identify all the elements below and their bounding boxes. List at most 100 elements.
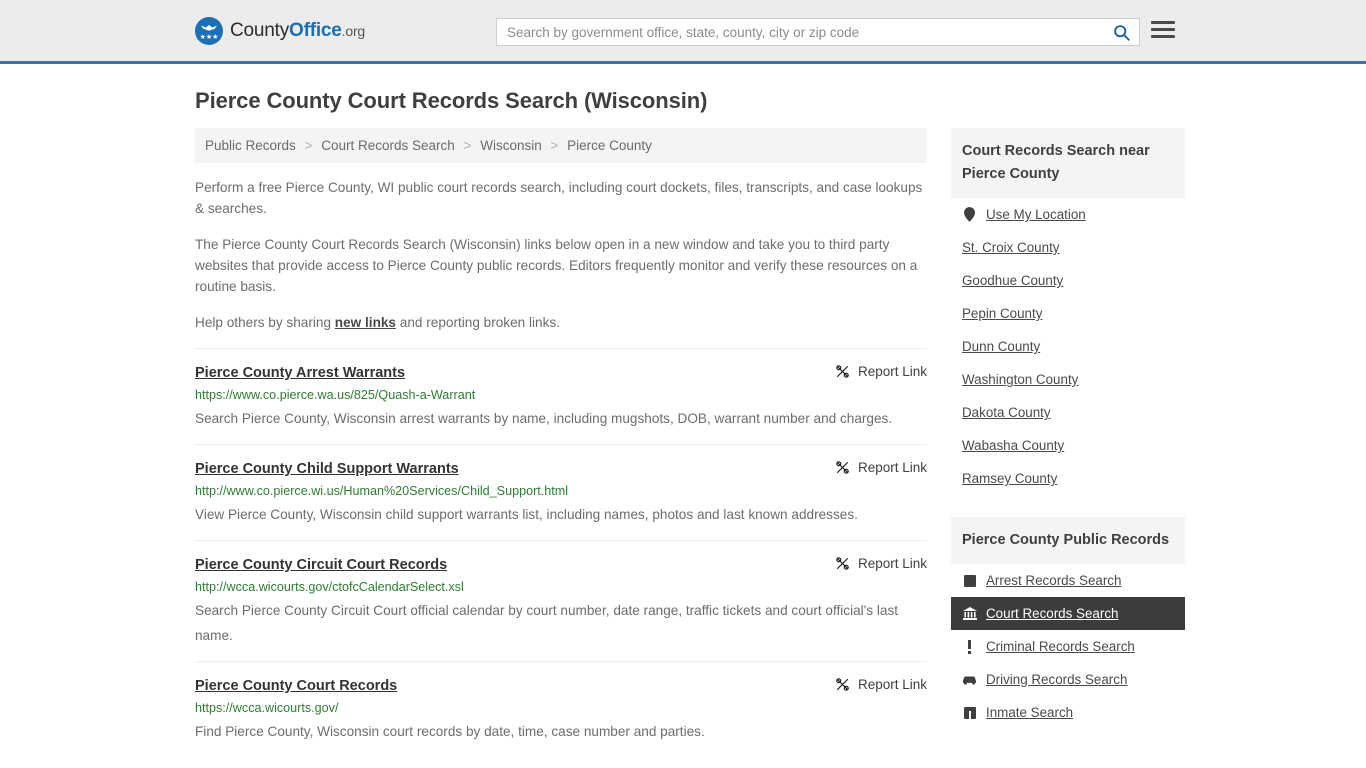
breadcrumb-separator: > (463, 138, 472, 153)
content-columns: Public Records > Court Records Search > … (195, 128, 1185, 757)
sidebar-public-records-list: Arrest Records Search Court Records Sear… (951, 564, 1185, 729)
list-item: Court Records Search (951, 597, 1185, 630)
list-item: Goodhue County (951, 264, 1185, 297)
sidebar-item-label: Goodhue County (962, 273, 1064, 288)
result-item: Pierce County Arrest Warrants Report Lin… (195, 348, 927, 444)
logo-text-part2: Office (289, 19, 342, 41)
report-link-button[interactable]: Report Link (835, 676, 927, 692)
list-item: Dunn County (951, 330, 1185, 363)
hamburger-bar (1151, 28, 1175, 31)
search-input[interactable] (497, 19, 1103, 45)
result-description: Find Pierce County, Wisconsin court reco… (195, 724, 705, 739)
sidebar-item-arrest-records-search[interactable]: Arrest Records Search (951, 564, 1185, 597)
sidebar-item-pepin-county[interactable]: Pepin County (951, 297, 1185, 330)
result-header: Pierce County Court Records Report Link (195, 676, 927, 696)
eagle-glyph (201, 24, 217, 31)
result-url: https://wcca.wicourts.gov/ (195, 701, 339, 715)
hamburger-menu-icon[interactable] (1151, 21, 1175, 38)
sidebar-near-list: Use My Location St. Croix County Goodhue… (951, 198, 1185, 495)
intro-paragraph-2: The Pierce County Court Records Search (… (195, 237, 918, 294)
list-item: St. Croix County (951, 231, 1185, 264)
intro-p3-after: and reporting broken links. (396, 315, 560, 330)
result-title-link[interactable]: Pierce County Circuit Court Records (195, 555, 447, 575)
sidebar-item-label: Wabasha County (962, 438, 1065, 453)
sidebar-item-criminal-records-search[interactable]: Criminal Records Search (951, 630, 1185, 663)
sidebar-item-driving-records-search[interactable]: Driving Records Search (951, 663, 1185, 696)
jail-door-icon (962, 706, 977, 719)
result-header: Pierce County Circuit Court Records Repo… (195, 555, 927, 575)
result-description: Search Pierce County Circuit Court offic… (195, 603, 899, 643)
logo-text: CountyOffice.org (230, 20, 365, 42)
sidebar-item-label: Arrest Records Search (986, 573, 1122, 588)
sidebar-item-wabasha-county[interactable]: Wabasha County (951, 429, 1185, 462)
sidebar-item-label: St. Croix County (962, 240, 1060, 255)
exclamation-icon (962, 639, 977, 654)
site-logo[interactable]: ★★★ CountyOffice.org (195, 16, 365, 45)
list-item: Dakota County (951, 396, 1185, 429)
logo-text-part3: .org (341, 22, 366, 39)
breadcrumb-item-pierce-county[interactable]: Pierce County (567, 138, 652, 153)
sidebar-public-records-title: Pierce County Public Records (951, 517, 1185, 564)
search-bar (496, 18, 1140, 46)
logo-text-part1: County (230, 19, 290, 41)
sidebar-item-court-records-search[interactable]: Court Records Search (951, 597, 1185, 630)
page-title: Pierce County Court Records Search (Wisc… (195, 88, 708, 113)
result-item: Pierce County Child Support Warrants Rep… (195, 444, 927, 540)
intro-paragraph-3: Help others by sharing new links and rep… (195, 312, 927, 333)
main-column: Public Records > Court Records Search > … (195, 128, 927, 757)
result-title-link[interactable]: Pierce County Court Records (195, 676, 397, 696)
sidebar-item-dakota-county[interactable]: Dakota County (951, 396, 1185, 429)
eagle-shield-icon: ★★★ (195, 16, 223, 45)
intro-text: Perform a free Pierce County, WI public … (195, 177, 927, 333)
breadcrumb-item-public-records[interactable]: Public Records (205, 138, 296, 153)
search-button[interactable] (1103, 19, 1139, 45)
sidebar-item-label: Inmate Search (986, 705, 1074, 720)
sidebar-item-label: Use My Location (986, 207, 1086, 222)
result-title-link[interactable]: Pierce County Child Support Warrants (195, 459, 459, 479)
sidebar-item-use-my-location[interactable]: Use My Location (951, 198, 1185, 231)
sidebar-item-inmate-search[interactable]: Inmate Search (951, 696, 1185, 729)
list-item: Washington County (951, 363, 1185, 396)
broken-link-icon (836, 557, 849, 570)
sidebar-item-washington-county[interactable]: Washington County (951, 363, 1185, 396)
breadcrumb-item-wisconsin[interactable]: Wisconsin (480, 138, 542, 153)
sidebar-item-st-croix-county[interactable]: St. Croix County (951, 231, 1185, 264)
result-item: Pierce County Court Records Report Link … (195, 661, 927, 757)
list-item: Use My Location (951, 198, 1185, 231)
new-links-link[interactable]: new links (335, 315, 396, 330)
sidebar-near-title: Court Records Search near Pierce County (951, 128, 1185, 198)
sidebar-item-label: Criminal Records Search (986, 639, 1135, 654)
result-url: https://www.co.pierce.wa.us/825/Quash-a-… (195, 388, 476, 402)
sidebar-item-label: Pepin County (962, 306, 1043, 321)
result-header: Pierce County Arrest Warrants Report Lin… (195, 363, 927, 383)
sidebar-item-label: Driving Records Search (986, 672, 1128, 687)
site-header: ★★★ CountyOffice.org (0, 0, 1366, 64)
list-item: Wabasha County (951, 429, 1185, 462)
sidebar-item-dunn-county[interactable]: Dunn County (951, 330, 1185, 363)
result-url: http://wcca.wicourts.gov/ctofcCalendarSe… (195, 580, 464, 594)
sidebar: Court Records Search near Pierce County … (951, 128, 1185, 729)
intro-p3-before: Help others by sharing (195, 315, 335, 330)
result-title-link[interactable]: Pierce County Arrest Warrants (195, 363, 405, 383)
sidebar-public-records-section: Pierce County Public Records Arrest Reco… (951, 517, 1185, 729)
sidebar-item-goodhue-county[interactable]: Goodhue County (951, 264, 1185, 297)
sidebar-item-label: Court Records Search (986, 606, 1119, 621)
sidebar-item-label: Ramsey County (962, 471, 1058, 486)
breadcrumb: Public Records > Court Records Search > … (195, 128, 927, 163)
result-item: Pierce County Circuit Court Records Repo… (195, 540, 927, 661)
sidebar-item-ramsey-county[interactable]: Ramsey County (951, 462, 1185, 495)
car-icon (962, 675, 977, 685)
list-item: Ramsey County (951, 462, 1185, 495)
search-icon (1113, 24, 1130, 41)
report-link-label: Report Link (857, 677, 927, 692)
report-link-label: Report Link (857, 460, 927, 475)
sidebar-item-label: Dakota County (962, 405, 1051, 420)
report-link-button[interactable]: Report Link (835, 363, 927, 379)
list-item: Inmate Search (951, 696, 1185, 729)
breadcrumb-item-court-records-search[interactable]: Court Records Search (321, 138, 455, 153)
result-header: Pierce County Child Support Warrants Rep… (195, 459, 927, 479)
report-link-button[interactable]: Report Link (835, 459, 927, 475)
list-item: Criminal Records Search (951, 630, 1185, 663)
result-description: View Pierce County, Wisconsin child supp… (195, 507, 858, 522)
report-link-button[interactable]: Report Link (835, 555, 927, 571)
